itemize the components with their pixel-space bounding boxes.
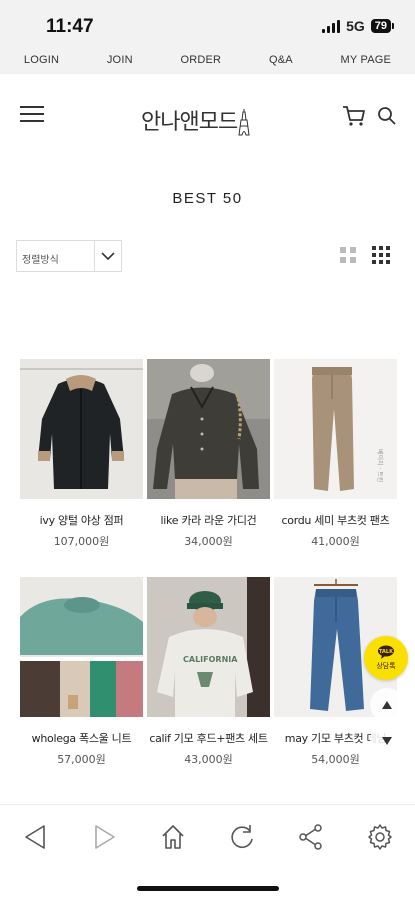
svg-text:CALIFORNIA: CALIFORNIA (183, 655, 238, 664)
product-name[interactable]: wholega 폭스울 니트 (20, 731, 143, 746)
refresh-icon[interactable] (228, 823, 256, 851)
svg-text:TALK: TALK (379, 649, 394, 655)
home-indicator[interactable] (137, 886, 279, 891)
bottom-toolbar (0, 804, 415, 901)
eiffel-tower-icon (238, 109, 250, 136)
nav-order-link[interactable]: ORDER (180, 54, 221, 66)
grid-3-view-icon[interactable] (372, 246, 390, 264)
hamburger-menu-icon[interactable] (20, 106, 44, 126)
product-price: 41,000원 (311, 535, 360, 548)
status-indicators: 5G 79 (322, 18, 395, 34)
chevron-down-icon (94, 241, 121, 271)
status-bar: 11:47 5G 79 (0, 0, 415, 46)
sort-select[interactable]: 정렬방식 (16, 240, 122, 272)
product-image[interactable]: 베이지 · 트윈 (274, 359, 397, 499)
product-image[interactable] (20, 359, 143, 499)
product-price: 43,000원 (184, 753, 233, 766)
nav-login-link[interactable]: LOGIN (24, 54, 59, 66)
product-card[interactable]: ivy 양털 야상 점퍼 107,000원 (20, 359, 143, 549)
nav-join-link[interactable]: JOIN (107, 54, 133, 66)
product-card[interactable]: CALIFORNIA calif 기모 후드+팬츠 세트 43,000원 (147, 577, 270, 767)
top-nav: LOGIN JOIN ORDER Q&A MY PAGE (0, 46, 415, 74)
site-logo[interactable]: 안나앤모드 (141, 104, 251, 136)
sort-selected-label: 정렬방식 (22, 255, 59, 266)
kakao-chat-button[interactable]: TALK 상담톡 (364, 636, 408, 680)
product-price: 34,000원 (184, 535, 233, 548)
triangle-up-icon (382, 701, 392, 709)
scroll-top-button[interactable] (370, 688, 404, 722)
nav-qna-link[interactable]: Q&A (269, 54, 293, 66)
cart-icon[interactable] (342, 105, 366, 127)
battery-icon: 79 (370, 19, 395, 33)
product-image[interactable]: CALIFORNIA (147, 577, 270, 717)
scroll-bottom-button[interactable] (370, 724, 404, 758)
product-name[interactable]: ivy 양털 야상 점퍼 (20, 513, 143, 528)
svg-text:베이지 · 트윈: 베이지 · 트윈 (376, 449, 384, 482)
share-icon[interactable] (297, 823, 325, 851)
product-card[interactable]: like 카라 라운 가디건 34,000원 (147, 359, 270, 549)
settings-icon[interactable] (366, 823, 394, 851)
product-name[interactable]: like 카라 라운 가디건 (147, 513, 270, 528)
chat-bubble-icon: TALK (378, 645, 394, 659)
product-card[interactable]: 베이지 · 트윈 cordu 세미 부츠컷 팬츠 41,000원 (274, 359, 397, 549)
signal-icon (322, 19, 341, 33)
site-header: 안나앤모드 (0, 74, 415, 164)
section-title: BEST 50 (172, 190, 243, 207)
status-time: 11:47 (46, 16, 94, 37)
nav-mypage-link[interactable]: MY PAGE (341, 54, 392, 66)
home-icon[interactable] (160, 823, 186, 851)
triangle-down-icon (382, 737, 392, 745)
product-image[interactable] (20, 577, 143, 717)
logo-text: 안나앤모드 (141, 110, 238, 135)
product-price: 57,000원 (57, 753, 106, 766)
product-price: 107,000원 (53, 535, 110, 548)
forward-icon[interactable] (92, 823, 118, 851)
kakao-chat-label: 상담톡 (376, 662, 396, 670)
grid-2-view-icon[interactable] (340, 247, 356, 263)
product-name[interactable]: calif 기모 후드+팬츠 세트 (147, 731, 270, 746)
back-icon[interactable] (22, 823, 48, 851)
product-card[interactable]: wholega 폭스울 니트 57,000원 (20, 577, 143, 767)
product-image[interactable] (147, 359, 270, 499)
network-label: 5G (346, 18, 365, 34)
product-name[interactable]: cordu 세미 부츠컷 팬츠 (274, 513, 397, 528)
search-icon[interactable] (377, 106, 397, 126)
